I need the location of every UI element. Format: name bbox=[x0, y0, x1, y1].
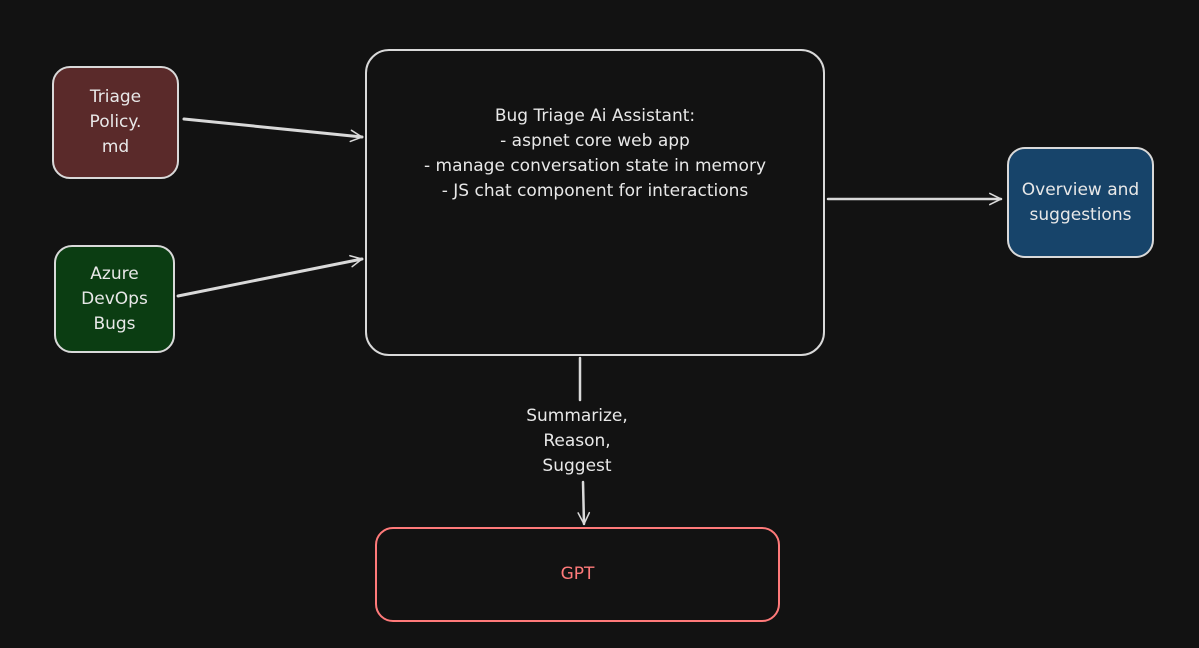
assistant-line-3: - JS chat component for interactions bbox=[441, 180, 749, 201]
gpt-edge-label-line-3: Suggest bbox=[542, 456, 612, 476]
azure-devops-bugs-node[interactable]: Azure DevOps Bugs bbox=[54, 245, 175, 353]
overview-suggestions-node[interactable]: Overview and suggestions bbox=[1007, 147, 1154, 258]
triage-policy-node[interactable]: Triage Policy. md bbox=[52, 66, 179, 179]
azure-devops-line-1: Azure bbox=[90, 263, 139, 284]
gpt-edge-label-line-1: Summarize, bbox=[526, 406, 628, 426]
triage-policy-line-2: Policy. bbox=[89, 112, 142, 132]
overview-line-2: suggestions bbox=[1029, 204, 1132, 225]
gpt-edge-label-line-2: Reason, bbox=[543, 431, 611, 451]
edge-assistant-to-gpt-arrow bbox=[577, 480, 591, 526]
edge-azure-to-assistant bbox=[176, 254, 364, 298]
assistant-line-1: - aspnet core web app bbox=[500, 130, 690, 151]
bug-triage-assistant-node[interactable]: Bug Triage Ai Assistant: - aspnet core w… bbox=[365, 49, 825, 356]
azure-devops-line-2: DevOps bbox=[81, 288, 148, 309]
azure-devops-line-3: Bugs bbox=[93, 313, 136, 334]
triage-policy-line-3: md bbox=[101, 137, 130, 157]
gpt-node[interactable]: GPT bbox=[375, 527, 780, 622]
gpt-label: GPT bbox=[560, 564, 595, 584]
edge-triage-to-assistant bbox=[182, 117, 364, 143]
assistant-title: Bug Triage Ai Assistant: bbox=[494, 105, 696, 126]
triage-policy-line-1: Triage bbox=[89, 87, 142, 107]
overview-line-1: Overview and bbox=[1021, 179, 1140, 200]
assistant-line-2: - manage conversation state in memory bbox=[423, 155, 767, 176]
gpt-edge-label: Summarize, Reason, Suggest bbox=[510, 404, 644, 479]
